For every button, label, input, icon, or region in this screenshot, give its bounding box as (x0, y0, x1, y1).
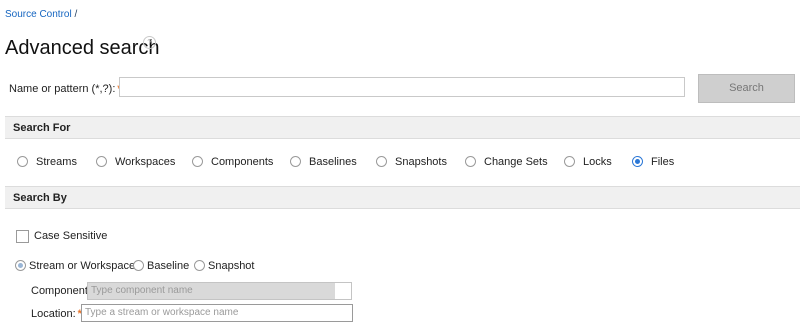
location-input[interactable]: Type a stream or workspace name (81, 304, 353, 322)
radio-locks-label[interactable]: Locks (583, 156, 612, 168)
radio-snapshot[interactable] (194, 260, 205, 271)
radio-stream-or-workspace-label[interactable]: Stream or Workspace (29, 260, 135, 272)
page-title: Advanced search (5, 37, 160, 59)
breadcrumb-source-control-link[interactable]: Source Control (5, 9, 72, 20)
radio-workspaces[interactable] (96, 156, 107, 167)
name-pattern-input[interactable] (119, 77, 685, 97)
radio-streams-label[interactable]: Streams (36, 156, 77, 168)
search-for-header-text: Search For (13, 122, 71, 134)
search-for-section-header: Search For (5, 116, 800, 139)
component-input-end (335, 282, 352, 300)
radio-locks[interactable] (564, 156, 575, 167)
radio-components-label[interactable]: Components (211, 156, 273, 168)
radio-baselines[interactable] (290, 156, 301, 167)
name-pattern-label: Name or pattern (*,?):* (9, 83, 122, 95)
search-button[interactable]: Search (698, 74, 795, 103)
radio-streams[interactable] (17, 156, 28, 167)
component-label: Component: (31, 285, 91, 297)
radio-baselines-label[interactable]: Baselines (309, 156, 357, 168)
radio-components[interactable] (192, 156, 203, 167)
radio-snapshots[interactable] (376, 156, 387, 167)
breadcrumb-separator: / (71, 9, 78, 20)
radio-baseline-label[interactable]: Baseline (147, 260, 189, 272)
breadcrumb: Source Control / (5, 9, 77, 20)
radio-stream-or-workspace[interactable] (15, 260, 26, 271)
radio-workspaces-label[interactable]: Workspaces (115, 156, 175, 168)
location-label-text: Location: (31, 308, 76, 320)
search-by-section-header: Search By (5, 186, 800, 209)
radio-baseline[interactable] (133, 260, 144, 271)
radio-change-sets[interactable] (465, 156, 476, 167)
case-sensitive-label[interactable]: Case Sensitive (34, 230, 107, 242)
location-label: Location: * (31, 308, 82, 320)
component-input[interactable]: Type component name (87, 282, 336, 300)
radio-snapshot-label[interactable]: Snapshot (208, 260, 254, 272)
radio-files[interactable] (632, 156, 643, 167)
search-by-header-text: Search By (13, 192, 67, 204)
question-mark-icon[interactable]: ? (143, 36, 156, 49)
name-pattern-label-text: Name or pattern (*,?): (9, 83, 116, 95)
radio-snapshots-label[interactable]: Snapshots (395, 156, 447, 168)
radio-files-label[interactable]: Files (651, 156, 674, 168)
case-sensitive-checkbox[interactable] (16, 230, 29, 243)
radio-change-sets-label[interactable]: Change Sets (484, 156, 548, 168)
